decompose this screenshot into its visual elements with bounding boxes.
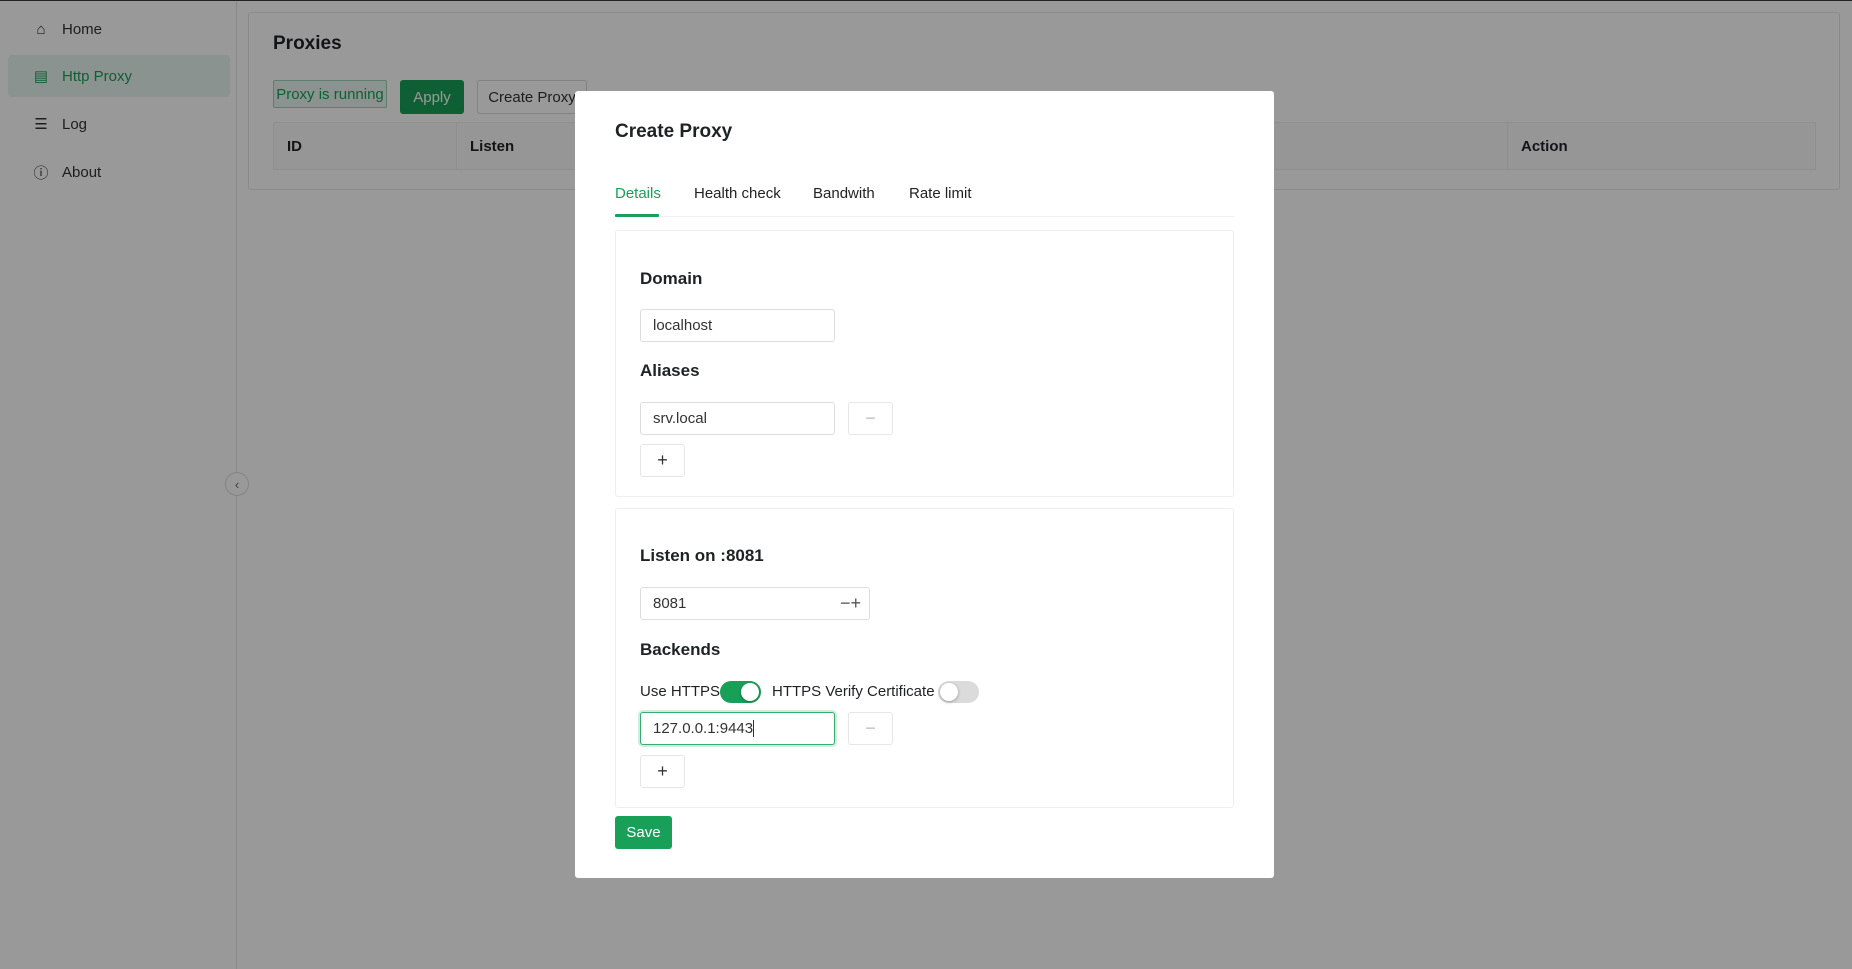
plus-icon: + <box>657 450 668 470</box>
tab-details[interactable]: Details <box>615 185 661 202</box>
tab-bandwith[interactable]: Bandwith <box>813 185 875 202</box>
increment-icon[interactable]: + <box>850 593 861 613</box>
remove-alias-button[interactable]: − <box>848 402 893 435</box>
tab-health-check[interactable]: Health check <box>694 185 781 202</box>
domain-label: Domain <box>640 269 703 288</box>
alias-input[interactable]: srv.local <box>640 402 835 435</box>
backend-input[interactable]: 127.0.0.1:9443 <box>640 712 835 745</box>
use-https-toggle[interactable] <box>720 681 761 703</box>
minus-icon: − <box>865 718 876 738</box>
plus-icon: + <box>657 761 668 781</box>
active-tab-indicator <box>615 214 659 217</box>
create-proxy-modal: Create Proxy Details Health check Bandwi… <box>575 91 1274 878</box>
add-backend-button[interactable]: + <box>640 755 685 788</box>
domain-section <box>615 230 1234 497</box>
listen-label: Listen on :8081 <box>640 546 764 565</box>
add-alias-button[interactable]: + <box>640 444 685 477</box>
use-https-label: Use HTTPS <box>640 683 721 700</box>
minus-icon: − <box>865 408 876 428</box>
tab-rate-limit[interactable]: Rate limit <box>909 185 972 202</box>
port-stepper[interactable]: −+ <box>840 593 861 614</box>
domain-input[interactable]: localhost <box>640 309 835 342</box>
verify-cert-label: HTTPS Verify Certificate <box>772 683 935 700</box>
window-top-border <box>0 0 1852 1</box>
modal-title: Create Proxy <box>615 121 733 142</box>
remove-backend-button[interactable]: − <box>848 712 893 745</box>
verify-cert-toggle[interactable] <box>938 681 979 703</box>
decrement-icon[interactable]: − <box>840 593 851 613</box>
aliases-label: Aliases <box>640 361 700 380</box>
save-button[interactable]: Save <box>615 816 672 849</box>
backends-label: Backends <box>640 640 721 659</box>
tab-bar: Details Health check Bandwith Rate limit <box>615 185 1234 217</box>
listen-port-input[interactable]: 8081 −+ <box>640 587 870 620</box>
